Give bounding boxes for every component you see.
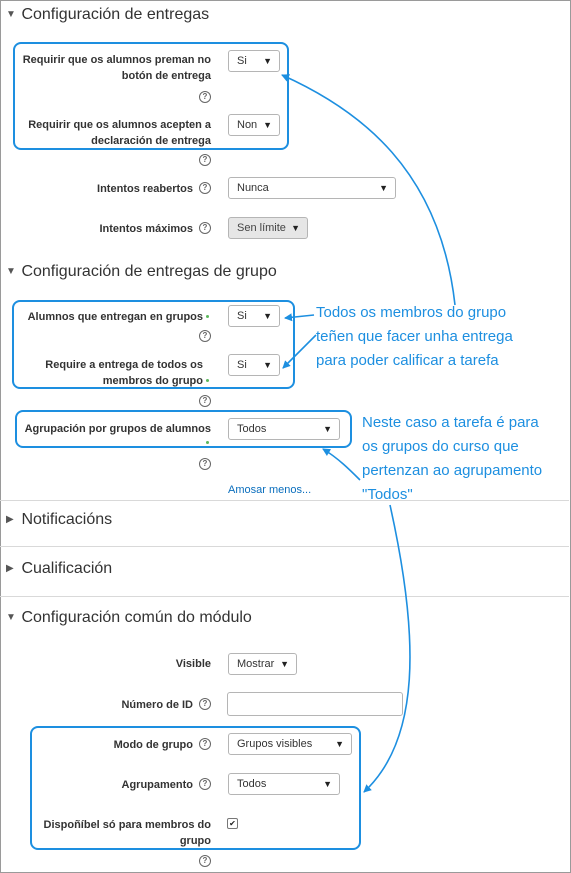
- arrow-to-agrupamento: [363, 504, 411, 793]
- arrow-to-agrupacion: [322, 448, 361, 481]
- arrow-to-todos-membros: [282, 334, 317, 369]
- arrow-to-premer-boton: [281, 74, 456, 306]
- arrow-to-alumnos-grupos: [284, 313, 315, 322]
- annotation-arrows: [281, 74, 456, 793]
